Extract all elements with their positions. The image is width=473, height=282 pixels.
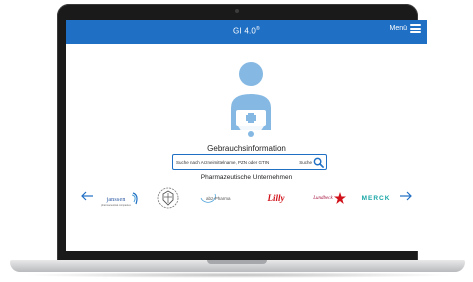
logo-merck[interactable]: MERCK xyxy=(356,186,396,210)
hamburger-icon xyxy=(410,24,421,33)
star-icon xyxy=(333,192,346,204)
logo-janssen-text: janssen xyxy=(106,196,126,203)
logo-abz-pharma-text: abz-Pharma xyxy=(206,195,231,201)
heraldic-emblem-icon xyxy=(157,187,179,209)
pharmacist-person-icon xyxy=(231,62,271,138)
search-box: Suche xyxy=(172,154,327,170)
companies-heading: Pharmazeutische Unternehmen xyxy=(200,174,293,181)
janssen-swoosh-icon xyxy=(131,192,138,205)
search-input[interactable] xyxy=(176,157,294,167)
companies-carousel: janssen pharmaceutical companies abz-Pha… xyxy=(80,184,413,212)
app-title-text: GI 4.0 xyxy=(233,26,257,36)
logo-lundbeck-text: Lundbeck xyxy=(313,195,333,201)
menu-label: Menü xyxy=(389,25,407,32)
search-button[interactable]: Suche xyxy=(299,155,324,169)
arrow-left-icon[interactable] xyxy=(80,190,94,202)
webcam-icon xyxy=(235,9,239,13)
logo-abz-pharma[interactable]: abz-Pharma xyxy=(198,186,242,210)
logo-emblem[interactable] xyxy=(154,186,182,210)
search-button-label: Suche xyxy=(299,159,312,165)
laptop-screen: GI 4.0® Menü Gebrauchsinformation Suche … xyxy=(66,20,427,251)
registered-mark: ® xyxy=(256,26,260,32)
logo-merck-text: MERCK xyxy=(361,194,391,202)
menu-button[interactable]: Menü xyxy=(389,24,421,33)
laptop-notch xyxy=(207,260,267,264)
logo-lilly-text: Lilly xyxy=(267,193,285,203)
arrow-right-icon[interactable] xyxy=(399,190,413,202)
app-header: GI 4.0® Menü xyxy=(66,20,427,44)
app-title: GI 4.0® xyxy=(66,26,427,36)
section-title: Gebrauchsinformation xyxy=(207,144,286,153)
logo-janssen-subtext: pharmaceutical companies xyxy=(101,203,131,207)
search-icon xyxy=(313,157,324,168)
logo-janssen[interactable]: janssen pharmaceutical companies xyxy=(100,186,142,210)
logo-lundbeck[interactable]: Lundbeck xyxy=(308,186,352,210)
logo-lilly[interactable]: Lilly xyxy=(258,186,294,210)
laptop-shadow xyxy=(22,272,453,278)
